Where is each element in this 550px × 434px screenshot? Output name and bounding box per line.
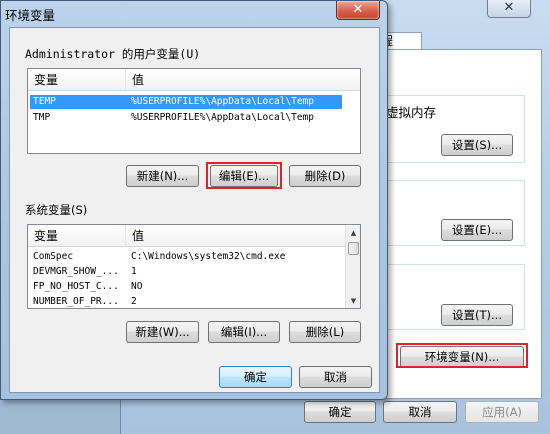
system-var-name: FP_NO_HOST_C... — [33, 281, 119, 292]
dialog-close-button[interactable]: ✕ — [336, 1, 380, 20]
startup-recovery-settings-button[interactable]: 设置(T)... — [441, 304, 513, 326]
system-var-row[interactable]: ComSpec C:\Windows\system32\cmd.exe — [28, 250, 360, 264]
user-profiles-settings-button[interactable]: 设置(E)... — [441, 219, 513, 241]
system-vars-col-value[interactable]: 值 — [126, 225, 346, 247]
system-var-row[interactable]: NUMBER_OF_PR... 2 — [28, 295, 360, 308]
system-vars-header: 变量 值 — [28, 225, 346, 247]
bg-cancel-button[interactable]: 取消 — [383, 401, 457, 423]
bg-ok-button[interactable]: 确定 — [304, 401, 376, 423]
user-var-row[interactable]: TMP %USERPROFILE%\AppData\Local\Temp — [30, 111, 342, 125]
user-vars-list[interactable]: 变量 值 TEMP %USERPROFILE%\AppData\Local\Te… — [27, 68, 361, 154]
bg-close-button[interactable]: ✕ — [487, 0, 531, 18]
dialog-title: 环境变量 — [5, 8, 56, 23]
virtual-memory-label: 虚拟内存 — [386, 105, 437, 120]
performance-settings-button[interactable]: 设置(S)... — [441, 134, 513, 156]
dialog-client-area: Administrator 的用户变量(U) 变量 值 TEMP %USERPR… — [9, 27, 380, 393]
edit-highlight-box — [206, 162, 282, 189]
system-var-name: ComSpec — [33, 251, 74, 262]
user-var-name: TEMP — [33, 96, 56, 107]
user-vars-col-value[interactable]: 值 — [126, 69, 360, 91]
user-vars-label: Administrator 的用户变量(U) — [25, 47, 201, 61]
user-vars-header: 变量 值 — [28, 69, 360, 91]
system-delete-button[interactable]: 删除(L) — [289, 321, 361, 343]
system-edit-button[interactable]: 编辑(I)... — [208, 321, 280, 343]
system-var-name: DEVMGR_SHOW_... — [33, 266, 119, 277]
user-var-value: %USERPROFILE%\AppData\Local\Temp — [131, 96, 315, 107]
bg-apply-button: 应用(A) — [465, 401, 539, 423]
system-vars-list[interactable]: 变量 值 ComSpec C:\Windows\system32\cmd.exe… — [27, 224, 361, 309]
system-var-value: 1 — [131, 266, 137, 277]
user-var-name: TMP — [33, 112, 51, 123]
system-var-value: 2 — [131, 296, 137, 307]
system-new-button[interactable]: 新建(W)... — [126, 321, 199, 343]
system-vars-col-name[interactable]: 变量 — [28, 225, 126, 247]
system-vars-scrollbar[interactable]: ▲ ▼ — [345, 226, 360, 308]
user-new-button[interactable]: 新建(N)... — [126, 165, 199, 187]
dialog-ok-button[interactable]: 确定 — [219, 366, 292, 388]
dialog-cancel-button[interactable]: 取消 — [299, 366, 372, 388]
user-var-row[interactable]: TEMP %USERPROFILE%\AppData\Local\Temp — [30, 95, 342, 109]
system-var-row[interactable]: DEVMGR_SHOW_... 1 — [28, 265, 360, 279]
system-vars-label: 系统变量(S) — [25, 203, 88, 217]
system-var-value: NO — [131, 281, 143, 292]
user-vars-col-name[interactable]: 变量 — [28, 69, 126, 91]
environment-variables-dialog: 环境变量 ✕ Administrator 的用户变量(U) 变量 值 TEMP … — [0, 0, 388, 400]
system-var-value: C:\Windows\system32\cmd.exe — [131, 251, 286, 262]
env-var-highlight-box — [396, 343, 528, 368]
user-var-value: %USERPROFILE%\AppData\Local\Temp — [131, 112, 315, 123]
scroll-up-arrow-icon[interactable]: ▲ — [346, 226, 360, 240]
scroll-thumb[interactable] — [348, 242, 359, 255]
scroll-down-arrow-icon[interactable]: ▼ — [346, 294, 360, 308]
user-delete-button[interactable]: 删除(D) — [289, 165, 361, 187]
system-var-name: NUMBER_OF_PR... — [33, 296, 119, 307]
system-var-row[interactable]: FP_NO_HOST_C... NO — [28, 280, 360, 294]
